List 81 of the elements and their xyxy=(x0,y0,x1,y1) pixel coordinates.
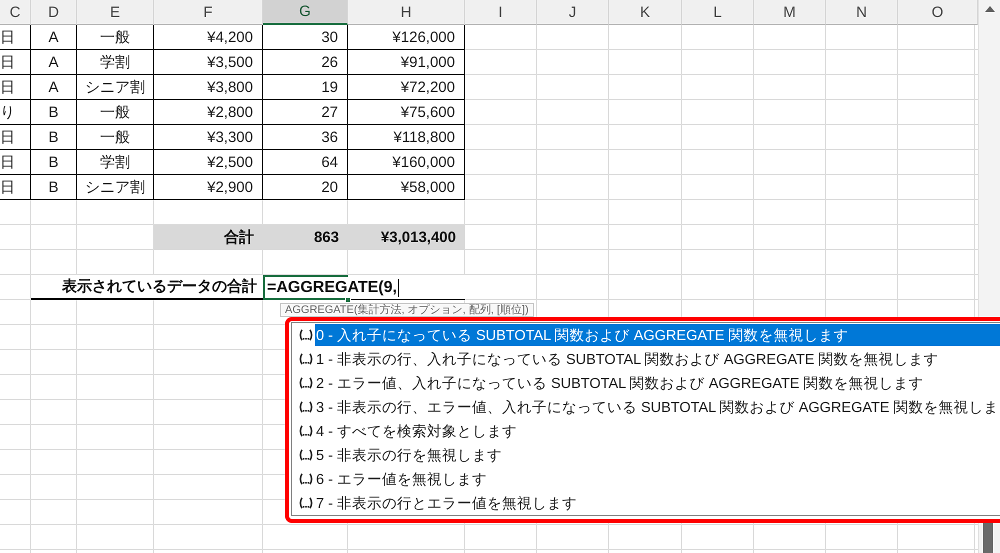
table-cell: 30 xyxy=(263,25,348,50)
table-cell: 一般 xyxy=(77,125,154,150)
table-cell: ¥160,000 xyxy=(348,150,465,175)
table-cell: A xyxy=(31,25,77,50)
table-cell: 日 xyxy=(0,75,31,100)
vertical-scrollbar[interactable] xyxy=(978,0,1000,317)
table-cell: B xyxy=(31,175,77,200)
column-header[interactable]: N xyxy=(826,0,898,25)
parentheses-icon xyxy=(298,497,314,509)
autocomplete-item[interactable]: 6 - エラー値を無視します xyxy=(315,468,1000,490)
column-header[interactable]: I xyxy=(465,0,537,25)
table-cell: ¥91,000 xyxy=(348,50,465,75)
table-cell: ¥3,800 xyxy=(154,75,263,100)
table-cell: シニア割 xyxy=(77,175,154,200)
function-tooltip: AGGREGATE(集計方法, オプション, 配列, [順位]) xyxy=(280,303,534,317)
table-cell: 19 xyxy=(263,75,348,100)
parentheses-icon xyxy=(298,449,314,461)
parentheses-icon xyxy=(298,401,314,413)
table-cell: ¥118,800 xyxy=(348,125,465,150)
table-cell: 27 xyxy=(263,100,348,125)
autocomplete-item[interactable]: 4 - すべてを検索対象とします xyxy=(315,420,1000,442)
table-cell: 学割 xyxy=(77,150,154,175)
autocomplete-item[interactable]: 1 - 非表示の行、入れ子になっている SUBTOTAL 関数および AGGREGATE 関数を無視します xyxy=(315,348,1000,370)
table-cell: ¥75,600 xyxy=(348,100,465,125)
scrollbar-thumb[interactable] xyxy=(978,523,1000,553)
table-cell: シニア割 xyxy=(77,75,154,100)
column-header[interactable]: D xyxy=(31,0,77,25)
column-header[interactable]: H xyxy=(348,0,465,25)
table-cell: 一般 xyxy=(77,100,154,125)
table-cell: ¥3,300 xyxy=(154,125,263,150)
column-header[interactable]: O xyxy=(898,0,978,25)
autocomplete-item[interactable]: 5 - 非表示の行を無視します xyxy=(315,444,1000,466)
total-label: 合計 xyxy=(154,225,263,250)
table-cell: り xyxy=(0,100,31,125)
table-cell: A xyxy=(31,75,77,100)
table-cell: 64 xyxy=(263,150,348,175)
column-header[interactable]: L xyxy=(682,0,754,25)
parentheses-icon xyxy=(298,473,314,485)
column-header[interactable]: K xyxy=(609,0,682,25)
table-cell: ¥72,200 xyxy=(348,75,465,100)
column-header[interactable]: J xyxy=(537,0,609,25)
table-cell: 日 xyxy=(0,25,31,50)
parentheses-icon xyxy=(298,329,314,341)
parentheses-icon xyxy=(298,425,314,437)
table-cell: B xyxy=(31,125,77,150)
fill-handle[interactable] xyxy=(345,297,351,303)
table-cell: 学割 xyxy=(77,50,154,75)
table-cell: ¥2,800 xyxy=(154,100,263,125)
table-cell: A xyxy=(31,50,77,75)
total-amount: ¥3,013,400 xyxy=(348,225,465,250)
parentheses-icon xyxy=(298,377,314,389)
table-cell: ¥58,000 xyxy=(348,175,465,200)
table-cell: 36 xyxy=(263,125,348,150)
table-cell: ¥126,000 xyxy=(348,25,465,50)
formula-input[interactable]: =AGGREGATE(9, xyxy=(263,275,465,300)
table-cell: 26 xyxy=(263,50,348,75)
parentheses-icon xyxy=(298,353,314,365)
table-cell: ¥2,900 xyxy=(154,175,263,200)
table-cell: 日 xyxy=(0,150,31,175)
scroll-up-arrow-icon[interactable] xyxy=(985,6,995,12)
table-cell: 日 xyxy=(0,50,31,75)
total-count: 863 xyxy=(263,225,348,250)
table-cell: ¥2,500 xyxy=(154,150,263,175)
column-header[interactable]: C xyxy=(0,0,31,25)
autocomplete-item[interactable]: 2 - エラー値、入れ子になっている SUBTOTAL 関数および AGGREGATE 関数を無視します xyxy=(315,372,1000,394)
table-cell: 20 xyxy=(263,175,348,200)
table-cell: B xyxy=(31,150,77,175)
autocomplete-item[interactable]: 0 - 入れ子になっている SUBTOTAL 関数および AGGREGATE 関数を無視します xyxy=(315,324,1000,346)
table-cell: 一般 xyxy=(77,25,154,50)
autocomplete-item[interactable]: 7 - 非表示の行とエラー値を無視します xyxy=(315,492,1000,514)
column-header[interactable]: F xyxy=(154,0,263,25)
column-header[interactable]: E xyxy=(77,0,154,25)
row-label: 表示されているデータの合計 xyxy=(31,275,263,300)
column-header[interactable]: G xyxy=(263,0,348,25)
table-cell: 日 xyxy=(0,175,31,200)
table-cell: ¥3,500 xyxy=(154,50,263,75)
table-cell: ¥4,200 xyxy=(154,25,263,50)
table-cell: B xyxy=(31,100,77,125)
autocomplete-item[interactable]: 3 - 非表示の行、エラー値、入れ子になっている SUBTOTAL 関数および AGGREGATE 関数を無視しま xyxy=(315,396,1000,418)
table-cell: 日 xyxy=(0,125,31,150)
column-header[interactable]: M xyxy=(754,0,826,25)
